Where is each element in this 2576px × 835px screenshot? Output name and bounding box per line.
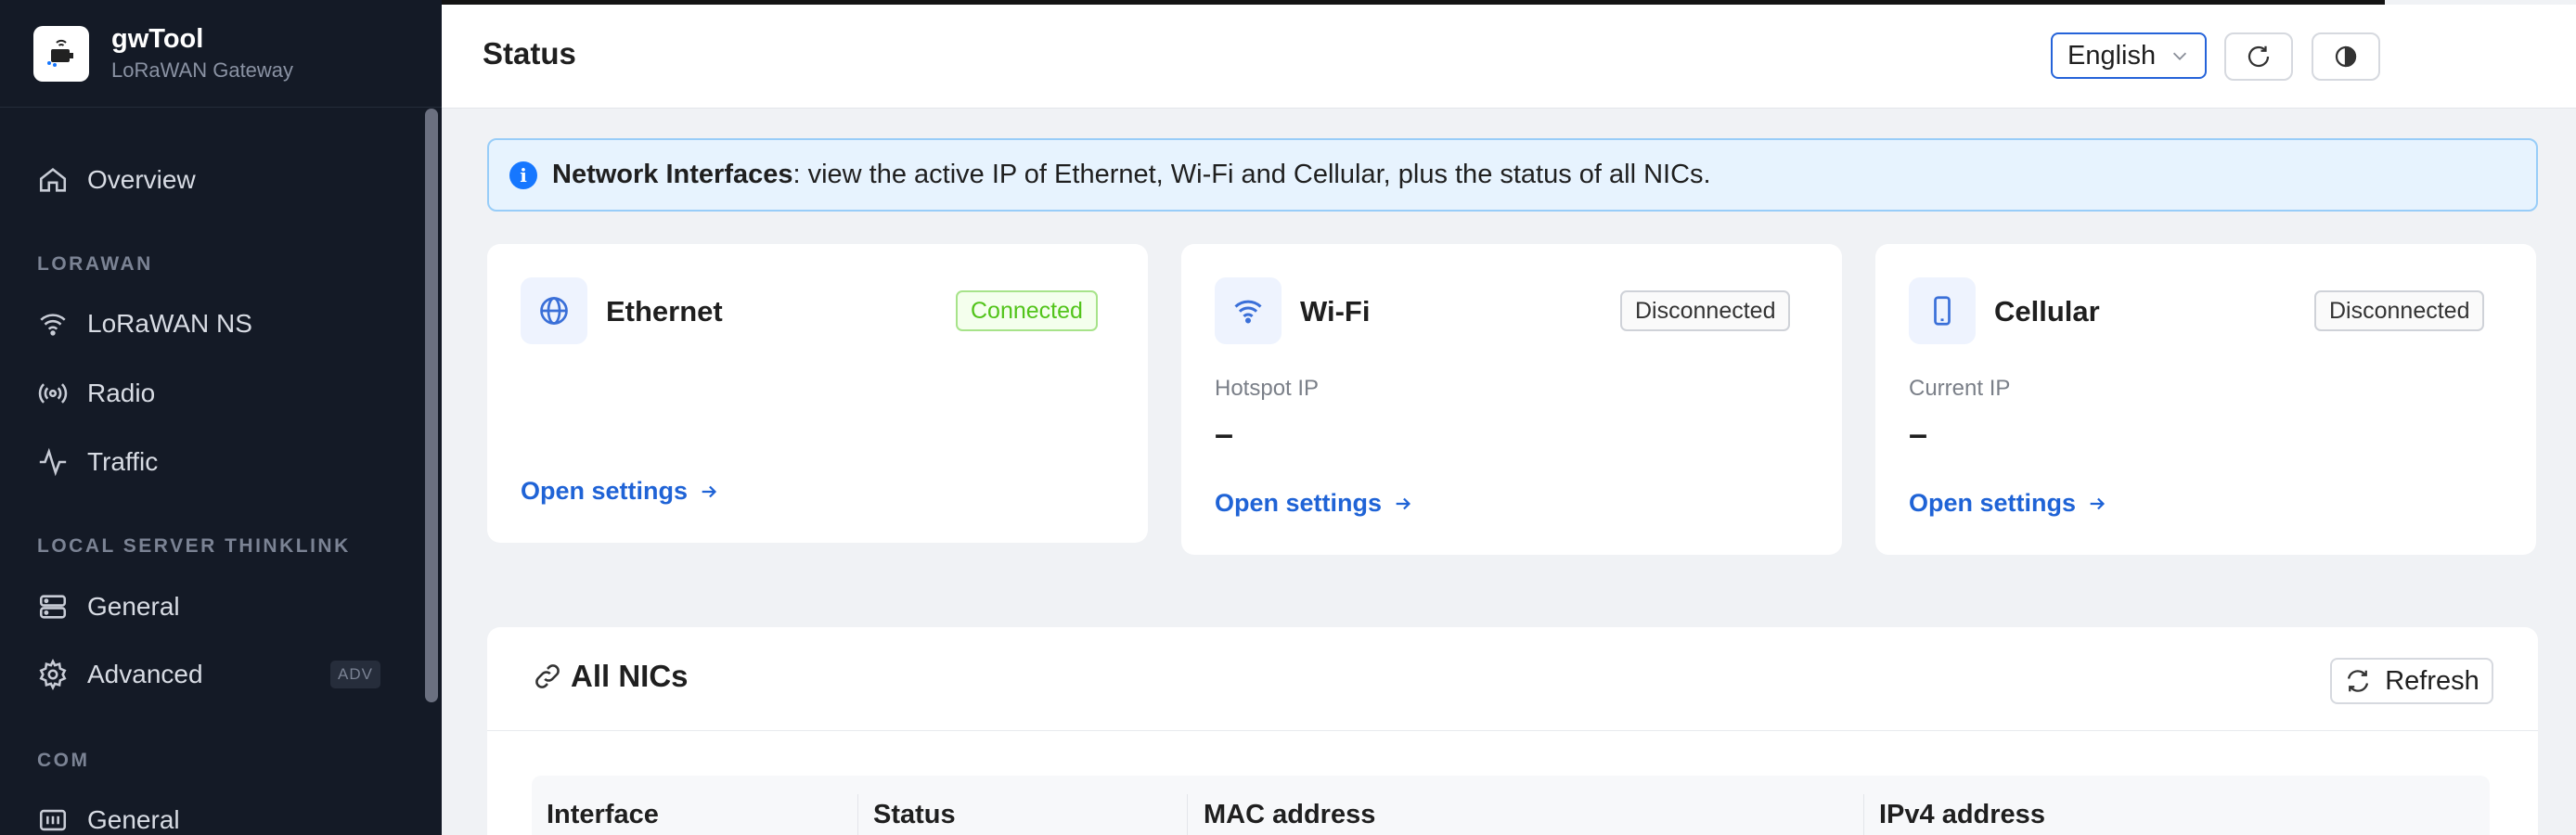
sidebar-section-local-server: LOCAL SERVER THINKLINK <box>37 535 351 557</box>
open-settings-label: Open settings <box>1909 489 2077 517</box>
ethernet-card: Ethernet Connected Open settings <box>487 244 1148 543</box>
refresh-label: Refresh <box>2385 665 2479 696</box>
theme-toggle-button[interactable] <box>2312 32 2380 81</box>
activity-icon <box>39 447 67 477</box>
column-header-mac[interactable]: MAC address <box>1204 800 1375 830</box>
info-banner-text: : view the active IP of Ethernet, Wi-Fi … <box>792 160 1711 189</box>
open-settings-label: Open settings <box>521 477 689 505</box>
all-nics-title-text: All NICs <box>571 659 689 693</box>
app-subtitle: LoRaWAN Gateway <box>111 58 294 82</box>
refresh-icon <box>2348 670 2369 692</box>
column-divider <box>1863 794 1864 835</box>
sidebar-item-label: Advanced <box>87 660 203 688</box>
app-name: gwTool <box>111 23 204 54</box>
arrow-right-icon <box>702 485 717 497</box>
open-settings-link[interactable]: Open settings <box>1215 489 1413 518</box>
wifi-card: Wi-Fi Disconnected Hotspot IP – Open set… <box>1181 244 1842 555</box>
all-nics-panel: All NICs Refresh Interface Status MAC ad… <box>487 627 2538 835</box>
column-header-status[interactable]: Status <box>873 800 956 830</box>
link-icon <box>535 664 560 688</box>
globe-icon <box>521 277 587 344</box>
chevron-down-icon <box>2172 52 2187 60</box>
cellular-card: Cellular Disconnected Current IP – Open … <box>1875 244 2536 555</box>
server-icon <box>39 595 67 619</box>
sidebar-item-traffic[interactable]: Traffic <box>37 440 158 484</box>
card-title: Cellular <box>1994 295 2100 328</box>
refresh-button[interactable]: Refresh <box>2330 658 2493 704</box>
sidebar-item-label: Radio <box>87 379 156 407</box>
column-header-interface[interactable]: Interface <box>547 800 659 830</box>
open-settings-link[interactable]: Open settings <box>521 477 719 506</box>
language-select[interactable]: English <box>2051 32 2207 79</box>
radio-icon <box>38 383 68 404</box>
status-badge: Connected <box>956 290 1098 331</box>
all-nics-header: All NICs Refresh <box>487 627 2538 731</box>
smartphone-icon <box>1909 277 1976 344</box>
reload-icon <box>2248 45 2270 68</box>
info-banner-title: Network Interfaces <box>552 160 793 189</box>
card-title: Wi-Fi <box>1300 295 1371 328</box>
sidebar-item-label: LoRaWAN NS <box>87 309 252 338</box>
advanced-badge: ADV <box>330 661 380 688</box>
hotspot-ip-value: – <box>1215 415 1234 453</box>
home-icon <box>39 168 67 192</box>
serial-port-icon <box>39 809 67 831</box>
sidebar-section-com: COM <box>37 750 90 771</box>
sidebar-section-lorawan: LORAWAN <box>37 253 153 275</box>
status-badge: Disconnected <box>2314 290 2485 331</box>
sidebar-item-overview[interactable]: Overview <box>37 158 196 202</box>
column-header-ipv4[interactable]: IPv4 address <box>1879 800 2045 830</box>
column-divider <box>857 794 858 835</box>
current-ip-label: Current IP <box>1909 376 2011 401</box>
brand[interactable]: gwTool LoRaWAN Gateway <box>0 0 442 108</box>
info-banner: i Network Interfaces: view the active IP… <box>487 138 2538 212</box>
gear-icon <box>39 659 67 690</box>
sidebar-item-advanced[interactable]: Advanced <box>37 652 203 697</box>
sidebar-item-label: General <box>87 592 180 621</box>
page-title: Status <box>483 36 576 71</box>
open-settings-link[interactable]: Open settings <box>1909 489 2107 518</box>
sidebar-item-general[interactable]: General <box>37 584 180 629</box>
sidebar-item-label: Overview <box>87 165 196 194</box>
status-badge: Disconnected <box>1620 290 1791 331</box>
sidebar: gwTool LoRaWAN Gateway Overview LORAWAN … <box>0 0 442 835</box>
card-title: Ethernet <box>606 295 723 328</box>
contrast-icon <box>2335 45 2357 68</box>
nics-table-header: Interface Status MAC address IPv4 addres… <box>532 776 2490 835</box>
sidebar-scrollbar[interactable] <box>425 109 438 702</box>
column-divider <box>1187 794 1188 835</box>
sidebar-item-label: General <box>87 805 180 834</box>
all-nics-title: All NICs <box>532 659 689 694</box>
open-settings-label: Open settings <box>1215 489 1383 517</box>
current-ip-value: – <box>1909 415 1928 453</box>
hotspot-ip-label: Hotspot IP <box>1215 376 1320 401</box>
arrow-right-icon <box>1396 497 1411 509</box>
wifi-icon <box>40 314 66 336</box>
wifi-icon <box>1215 277 1282 344</box>
gateway-logo-icon <box>33 25 89 82</box>
sidebar-item-radio[interactable]: Radio <box>37 371 155 416</box>
top-header: Status English <box>442 5 2576 109</box>
sidebar-item-com-general[interactable]: General <box>37 798 180 835</box>
language-select-value: English <box>2067 40 2157 71</box>
info-icon: i <box>509 161 537 189</box>
sidebar-item-lorawan-ns[interactable]: LoRaWAN NS <box>37 302 252 346</box>
sidebar-item-label: Traffic <box>87 447 159 476</box>
arrow-right-icon <box>2090 497 2106 509</box>
reload-button[interactable] <box>2224 32 2293 81</box>
